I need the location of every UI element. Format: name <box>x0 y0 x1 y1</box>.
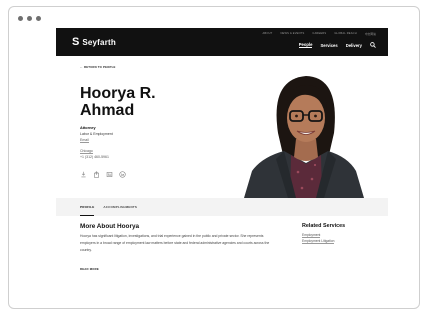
profile-content: More About Hoorya Hoorya has significant… <box>56 216 388 303</box>
web-page: S Seyfarth ABOUT NEWS & EVENTS CAREERS G… <box>56 28 388 303</box>
main-nav: People Services Delivery <box>298 42 376 48</box>
utility-nav-news-events[interactable]: NEWS & EVENTS <box>280 32 304 36</box>
nav-item-services[interactable]: Services <box>320 43 337 48</box>
search-icon[interactable] <box>370 42 376 48</box>
linkedin-icon[interactable] <box>119 171 126 178</box>
utility-nav-careers[interactable]: CAREERS <box>312 32 326 36</box>
tab-profile[interactable]: PROFILE <box>80 198 95 216</box>
utility-nav-global-reach[interactable]: GLOBAL REACH <box>334 32 356 36</box>
logo-mark: S <box>72 36 80 48</box>
nav-item-delivery[interactable]: Delivery <box>346 43 362 48</box>
profile-tabs: PROFILE ACCOMPLISHMENTS <box>56 198 388 216</box>
person-name-line1: Hoorya R. <box>80 85 156 102</box>
person-title: Attorney <box>80 126 96 130</box>
office-link[interactable]: Chicago <box>80 149 93 154</box>
tab-accomplishments[interactable]: ACCOMPLISHMENTS <box>103 198 137 216</box>
profile-hero: ← RETURN TO PEOPLE Hoorya R. Ahmad Attor… <box>56 56 388 198</box>
about-heading: More About Hoorya <box>80 223 140 230</box>
window-dot-close[interactable] <box>18 15 23 21</box>
related-service-link[interactable]: Employment <box>302 233 321 238</box>
nav-item-people[interactable]: People <box>298 42 313 48</box>
person-name: Hoorya R. Ahmad <box>80 85 156 119</box>
utility-nav-about[interactable]: ABOUT <box>263 32 273 36</box>
logo-text: Seyfarth <box>82 38 116 47</box>
utility-nav-chinese-site[interactable]: 中文网站 <box>365 32 376 36</box>
person-practice[interactable]: Labor & Employment <box>80 132 113 136</box>
person-portrait <box>236 67 369 198</box>
vcard-icon[interactable] <box>106 171 113 178</box>
share-icon[interactable] <box>93 171 100 178</box>
email-link[interactable]: Email <box>80 138 89 143</box>
window-dot-minimize[interactable] <box>27 15 32 21</box>
phone-number[interactable]: +1 (312) 460-5961 <box>80 155 109 159</box>
return-to-people-link[interactable]: ← RETURN TO PEOPLE <box>80 65 116 69</box>
person-name-line2: Ahmad <box>80 102 135 119</box>
related-service-link[interactable]: Employment Litigation <box>302 239 335 244</box>
utility-nav: ABOUT NEWS & EVENTS CAREERS GLOBAL REACH… <box>263 32 377 36</box>
window-dot-maximize[interactable] <box>36 15 41 21</box>
site-header: S Seyfarth ABOUT NEWS & EVENTS CAREERS G… <box>56 28 388 56</box>
download-icon[interactable] <box>80 171 87 178</box>
site-logo[interactable]: S Seyfarth <box>72 37 116 48</box>
read-more-link[interactable]: READ MORE <box>80 267 99 271</box>
profile-actions <box>80 171 126 178</box>
related-services-heading: Related Services <box>302 223 346 229</box>
window-titlebar <box>9 7 419 29</box>
bio-text: Hoorya has significant litigation, inves… <box>80 234 270 253</box>
